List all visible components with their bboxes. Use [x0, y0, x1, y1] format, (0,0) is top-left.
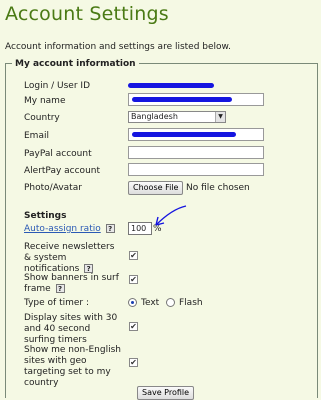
- auto-assign-link[interactable]: Auto-assign ratio: [24, 224, 101, 234]
- save-profile-button[interactable]: Save Profile: [137, 386, 195, 400]
- timer-label: Type of timer :: [24, 298, 89, 308]
- paypal-label: PayPal account: [24, 149, 92, 159]
- login-redaction: [128, 83, 214, 88]
- timer-text-radio[interactable]: [128, 298, 137, 307]
- country-value: Bangladesh: [131, 112, 178, 121]
- alertpay-label: AlertPay account: [24, 166, 101, 176]
- email-label: Email: [24, 131, 49, 141]
- arrow-annotation-icon: [155, 205, 187, 226]
- auto-assign-row: Auto-assign ratio ?: [24, 224, 115, 235]
- timer-flash-label: Flash: [179, 298, 203, 308]
- banners-label: Show banners in surf frame ?: [24, 273, 119, 295]
- help-icon[interactable]: ?: [105, 224, 115, 233]
- intro-text: Account information and settings are lis…: [5, 42, 231, 52]
- non-english-checkbox[interactable]: ✔: [129, 358, 138, 367]
- display-timers-label: Display sites with 30 and 40 second surf…: [24, 313, 118, 345]
- banners-text: Show banners in surf frame: [24, 273, 119, 294]
- help-icon[interactable]: ?: [55, 284, 65, 293]
- help-icon[interactable]: ?: [84, 264, 94, 273]
- display-timers-checkbox[interactable]: ✔: [129, 322, 138, 331]
- banners-checkbox[interactable]: ✔: [129, 275, 138, 284]
- non-english-label: Show me non-English sites with geo targe…: [24, 345, 121, 388]
- name-redaction: [132, 97, 232, 102]
- country-label: Country: [24, 113, 60, 123]
- settings-heading: Settings: [24, 211, 67, 221]
- page-title: Account Settings: [5, 3, 169, 25]
- choose-file-button[interactable]: Choose File: [128, 181, 184, 195]
- timer-flash-radio[interactable]: [166, 298, 175, 307]
- email-redaction: [132, 132, 236, 137]
- name-label: My name: [24, 96, 66, 106]
- account-legend: My account information: [12, 59, 139, 69]
- newsletter-text: Receive newsletters & system notificatio…: [24, 242, 115, 274]
- login-label: Login / User ID: [24, 81, 90, 91]
- chevron-down-icon: ▼: [215, 112, 225, 122]
- paypal-input[interactable]: [128, 146, 264, 159]
- photo-label: Photo/Avatar: [24, 183, 82, 193]
- auto-assign-input[interactable]: 100: [128, 222, 152, 235]
- country-select[interactable]: Bangladesh ▼: [128, 111, 226, 123]
- newsletter-label: Receive newsletters & system notificatio…: [24, 242, 116, 275]
- timer-text-label: Text: [141, 298, 160, 308]
- alertpay-input[interactable]: [128, 163, 264, 176]
- no-file-text: No file chosen: [186, 183, 250, 193]
- newsletter-checkbox[interactable]: ✔: [129, 251, 138, 260]
